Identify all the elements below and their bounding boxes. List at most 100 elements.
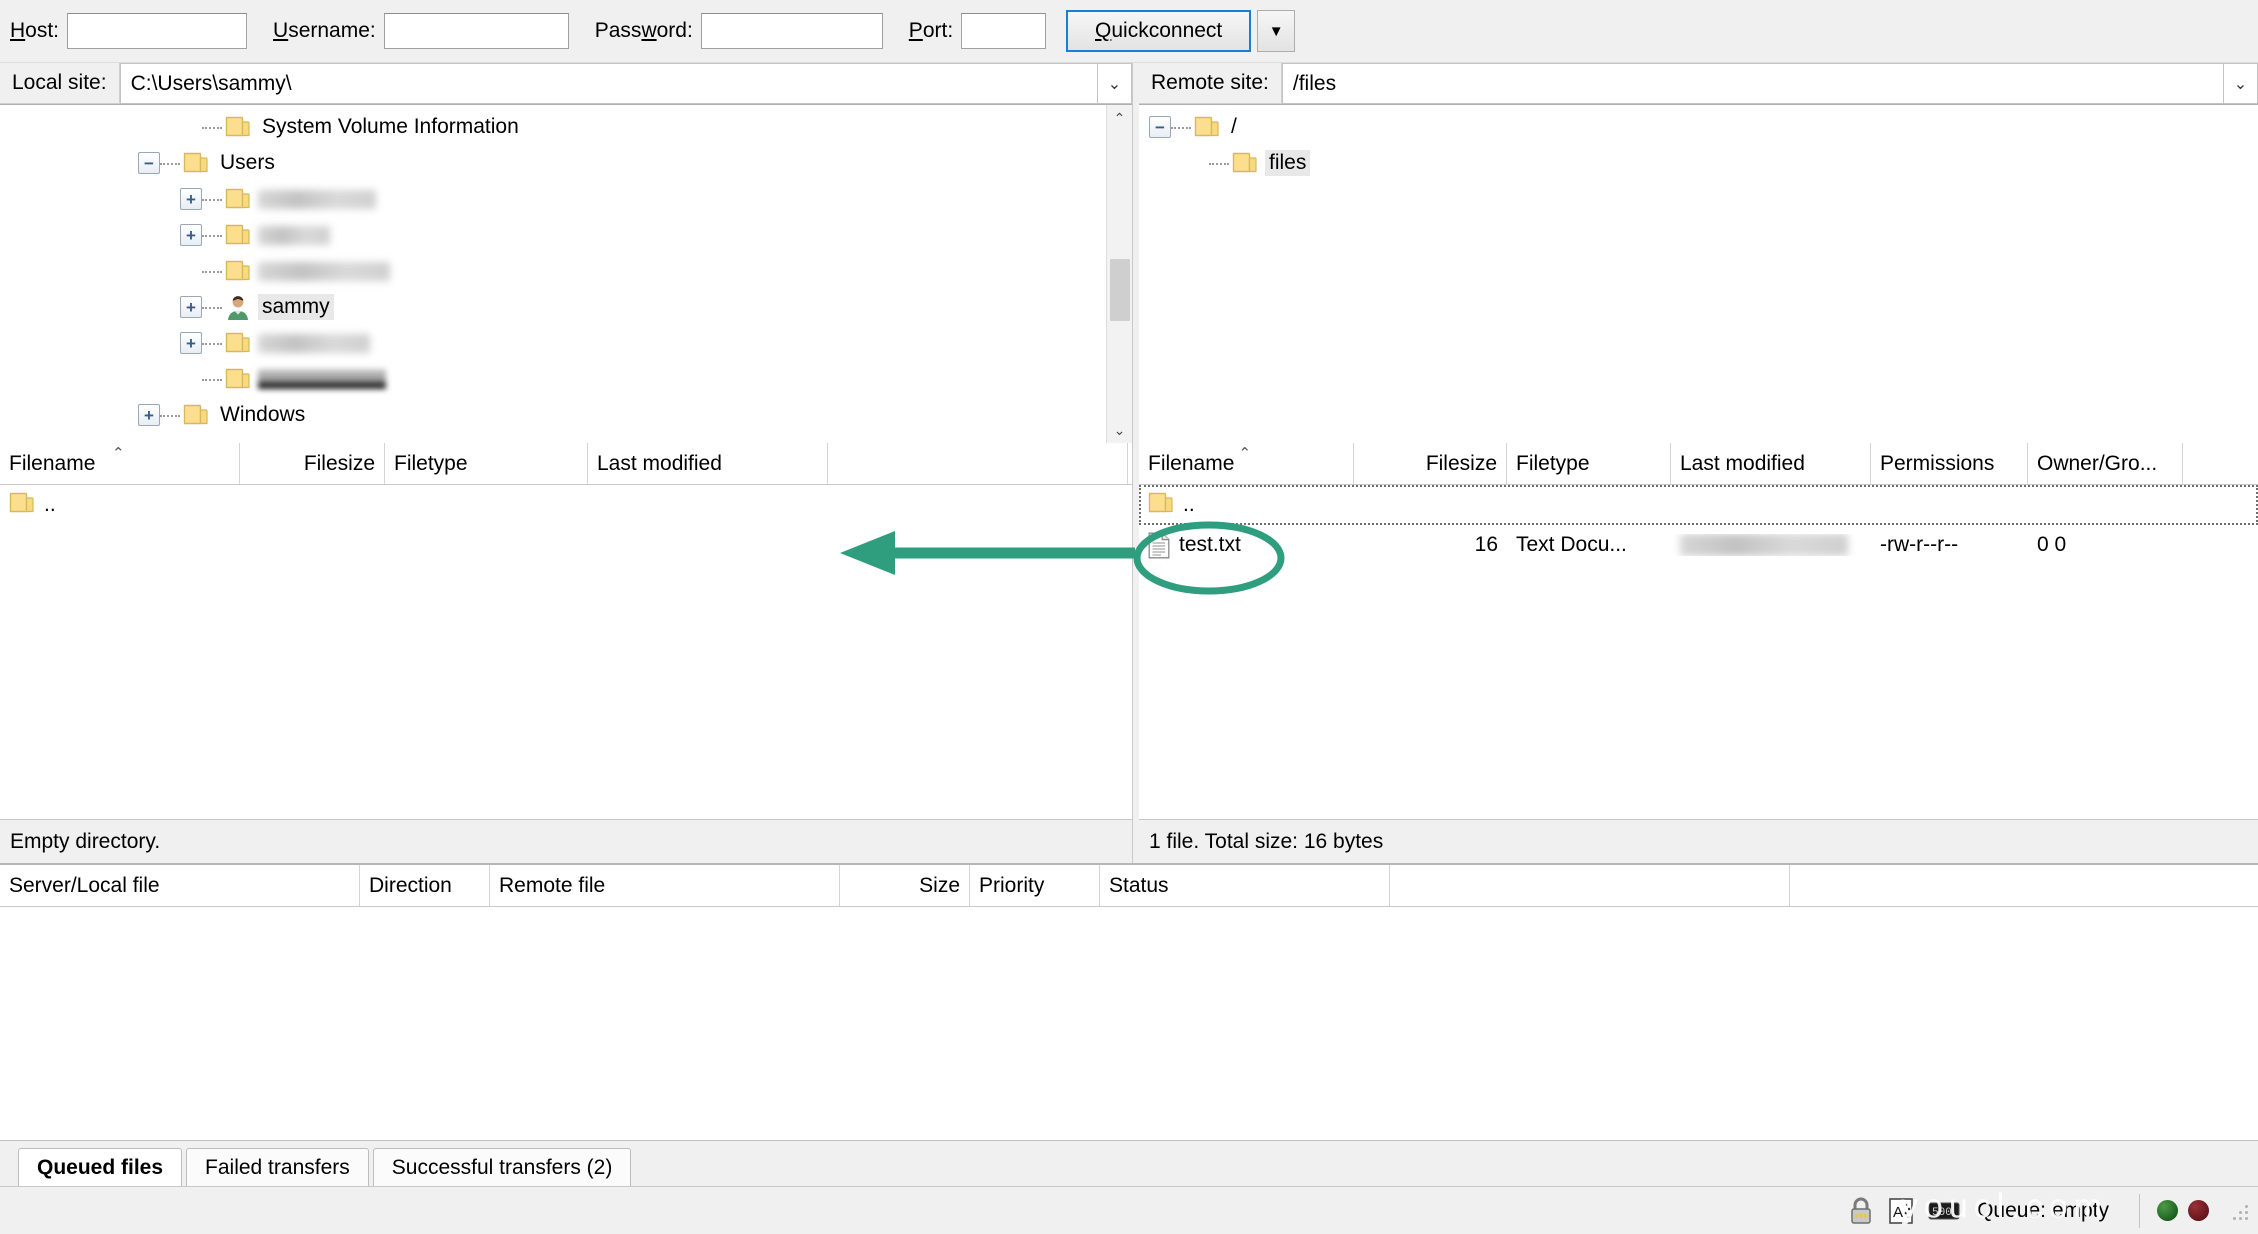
ascii-binary-icon[interactable]: A xyxy=(1888,1197,1914,1225)
scroll-up-icon[interactable]: ⌃ xyxy=(1107,105,1133,131)
port-input[interactable] xyxy=(961,13,1047,49)
remote-file-rows[interactable]: .. test.txt 16 Text Docu... -rw-r--r-- 0 0 xyxy=(1139,485,2258,819)
collapse-icon[interactable]: − xyxy=(1149,116,1171,138)
collapse-icon[interactable]: − xyxy=(138,152,160,174)
cell-text: Text Docu... xyxy=(1516,533,1627,556)
queue-column-priority[interactable]: Priority xyxy=(970,865,1100,906)
remote-column-filetype[interactable]: Filetype xyxy=(1507,443,1671,484)
queue-column-server-local-file[interactable]: Server/Local file xyxy=(0,865,360,906)
local-site-path[interactable]: C:\Users\sammy\ xyxy=(119,63,1098,104)
remote-cell-filesize: 16 xyxy=(1354,533,1507,557)
tree-item[interactable] xyxy=(0,361,1106,397)
remote-status-text: 1 file. Total size: 16 bytes xyxy=(1139,819,2258,863)
queue-column-remote-file[interactable]: Remote file xyxy=(490,865,840,906)
quickconnect-button[interactable]: Quickconnect xyxy=(1066,10,1252,52)
tree-item-sammy[interactable]: + sammy xyxy=(0,289,1106,325)
local-directory-tree[interactable]: System Volume Information − Users + + + sammy +… xyxy=(0,105,1132,443)
remote-site-label: Remote site: xyxy=(1139,63,1282,104)
redacted-folder-name xyxy=(258,261,390,281)
tab-failed-transfers[interactable]: Failed transfers xyxy=(186,1148,369,1186)
folder-icon xyxy=(225,260,251,282)
host-input[interactable] xyxy=(67,13,248,49)
resize-grip[interactable] xyxy=(2228,1200,2250,1222)
expand-icon[interactable]: + xyxy=(180,188,202,210)
tab-queued-files[interactable]: Queued files xyxy=(18,1148,183,1186)
indicator-red xyxy=(2188,1200,2209,1221)
remote-directory-tree[interactable]: − / files xyxy=(1139,105,2258,443)
column-label: Permissions xyxy=(1880,451,1995,475)
redacted-folder-name xyxy=(258,189,376,209)
speed-limit-icon[interactable]: 500 xyxy=(1928,1200,1960,1222)
local-column-filename[interactable]: Filename ⌃ xyxy=(0,443,240,484)
remote-cell-owner-gro: 0 0 xyxy=(2028,533,2183,557)
tree-item-[interactable]: − / xyxy=(1139,109,2258,145)
scroll-down-icon[interactable]: ⌄ xyxy=(1107,417,1133,443)
local-site-dropdown[interactable]: ⌄ xyxy=(1098,63,1132,104)
file-row[interactable]: test.txt 16 Text Docu... -rw-r--r-- 0 0 xyxy=(1139,525,2258,565)
local-file-rows[interactable]: .. xyxy=(0,485,1132,819)
tree-connector xyxy=(202,126,222,129)
folder-icon xyxy=(225,368,251,390)
remote-column-filesize[interactable]: Filesize xyxy=(1354,443,1507,484)
redacted-folder-name xyxy=(258,225,330,245)
sort-ascending-icon: ⌃ xyxy=(1238,445,1252,462)
local-column-last-modified[interactable]: Last modified xyxy=(588,443,828,484)
remote-column-blank[interactable] xyxy=(2183,443,2258,484)
tree-item[interactable] xyxy=(0,253,1106,289)
tree-item[interactable]: + xyxy=(0,325,1106,361)
tree-item[interactable]: + xyxy=(0,217,1106,253)
column-label: Server/Local file xyxy=(9,873,160,897)
queue-column-status[interactable]: Status xyxy=(1100,865,1390,906)
tree-connector xyxy=(202,198,222,201)
queue-rows[interactable] xyxy=(0,907,2258,1140)
local-column-filetype[interactable]: Filetype xyxy=(385,443,588,484)
expand-icon[interactable]: + xyxy=(138,404,160,426)
expand-icon[interactable]: + xyxy=(180,332,202,354)
local-cell-filename: .. xyxy=(0,492,240,519)
local-column-filesize[interactable]: Filesize xyxy=(240,443,385,484)
tree-item-users[interactable]: − Users xyxy=(0,145,1106,181)
tree-item-system-volume-information[interactable]: System Volume Information xyxy=(0,109,1106,145)
remote-site-path[interactable]: /files xyxy=(1281,63,2224,104)
file-row[interactable]: .. xyxy=(0,485,1132,525)
local-tree-scrollbar[interactable]: ⌃ ⌄ xyxy=(1106,105,1132,443)
filezilla-window: Host: Username: Password: Port: Quickcon… xyxy=(0,0,2258,1234)
remote-column-filename[interactable]: Filename ⌃ xyxy=(1139,443,1354,484)
remote-cell-last-modified xyxy=(1671,534,1871,556)
quickconnect-history-dropdown[interactable]: ▼ xyxy=(1257,10,1296,52)
remote-site-dropdown[interactable]: ⌄ xyxy=(2224,63,2258,104)
username-input[interactable] xyxy=(383,13,569,49)
tree-item-label: / xyxy=(1231,115,1237,138)
local-column-blank[interactable] xyxy=(828,443,1128,484)
file-name: .. xyxy=(1183,493,1195,516)
tree-item[interactable]: + xyxy=(0,181,1106,217)
lock-icon[interactable] xyxy=(1848,1197,1874,1225)
queue-column-blank[interactable] xyxy=(1390,865,1790,906)
expand-icon[interactable]: + xyxy=(180,296,202,318)
remote-column-owner-gro[interactable]: Owner/Gro... xyxy=(2028,443,2183,484)
queue-column-size[interactable]: Size xyxy=(840,865,970,906)
queue-column-direction[interactable]: Direction xyxy=(360,865,490,906)
status-separator xyxy=(2139,1193,2140,1228)
tree-connector xyxy=(202,342,222,345)
tree-item-windows[interactable]: + Windows xyxy=(0,397,1106,433)
scrollbar-thumb[interactable] xyxy=(1109,259,1130,321)
column-label: Owner/Gro... xyxy=(2037,451,2158,475)
expand-icon[interactable]: + xyxy=(180,224,202,246)
tree-item-files[interactable]: files xyxy=(1139,145,2258,181)
remote-column-permissions[interactable]: Permissions xyxy=(1871,443,2028,484)
file-row[interactable]: .. xyxy=(1139,485,2258,525)
column-label: Filename xyxy=(1148,451,1235,475)
password-input[interactable] xyxy=(700,13,883,49)
tree-connector xyxy=(202,306,222,309)
remote-cell-permissions: -rw-r--r-- xyxy=(1871,533,2028,557)
scrollbar-track[interactable] xyxy=(1106,131,1132,417)
tab-successful-transfers-2[interactable]: Successful transfers (2) xyxy=(372,1148,632,1186)
username-label: Username: xyxy=(273,19,376,42)
status-bar: A 500 Queue: empty youcl.com xyxy=(0,1186,2258,1234)
remote-column-last-modified[interactable]: Last modified xyxy=(1671,443,1871,484)
cell-text: 0 0 xyxy=(2037,533,2067,556)
